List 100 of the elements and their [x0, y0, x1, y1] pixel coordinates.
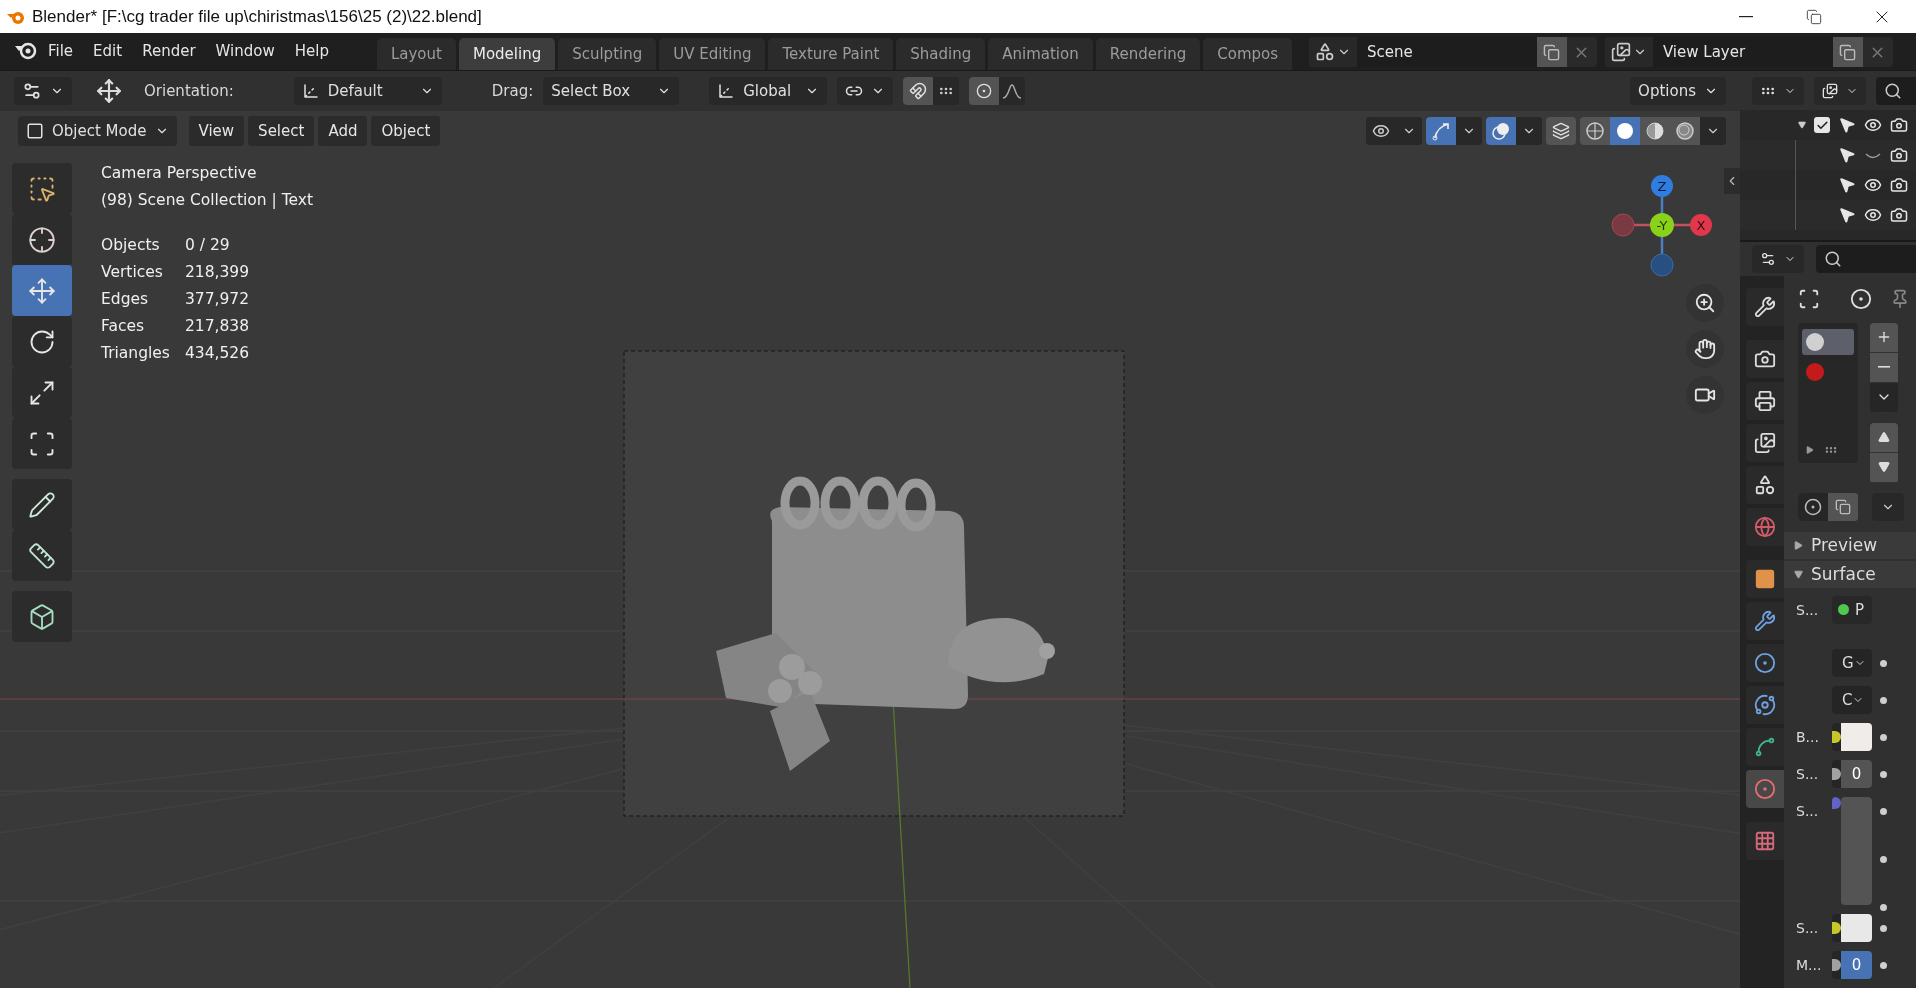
checkbox[interactable]	[1814, 117, 1830, 133]
move-down-button[interactable]	[1870, 452, 1898, 483]
view-menu-item[interactable]: Object	[371, 116, 441, 146]
workspace-tab[interactable]: Texture Paint	[768, 38, 894, 70]
orientation-dropdown[interactable]: Default	[293, 77, 442, 105]
pivot-dropdown[interactable]	[837, 77, 894, 105]
search-field[interactable]	[1876, 76, 1916, 105]
tool-button[interactable]	[12, 214, 72, 265]
eye-icon[interactable]	[1864, 176, 1882, 194]
duplicate-icon	[1835, 498, 1851, 515]
editor-type-dropdown[interactable]	[1752, 245, 1804, 273]
gizmo-toggle[interactable]	[1426, 117, 1456, 145]
menu-item[interactable]: Window	[205, 35, 285, 67]
vector-field[interactable]	[1832, 797, 1872, 905]
view-menu-item[interactable]: Select	[248, 116, 315, 146]
workspace-tab[interactable]: Layout	[376, 38, 456, 70]
tool-button[interactable]	[12, 316, 72, 367]
add-slot-button[interactable]	[1870, 322, 1898, 353]
properties-tab[interactable]	[1746, 644, 1784, 682]
globe-icon	[1754, 516, 1776, 538]
camera-icon	[1754, 348, 1776, 370]
workspace-tab[interactable]: UV Editing	[659, 38, 766, 70]
number-field[interactable]: 0	[1832, 760, 1872, 788]
slot-menu-button[interactable]	[1870, 382, 1898, 413]
properties-tab[interactable]	[1746, 382, 1784, 420]
menu-item[interactable]: File	[38, 35, 84, 67]
snap-toggle[interactable]	[903, 77, 934, 105]
pointer-icon	[1838, 116, 1856, 134]
workspace-tab[interactable]: Modeling	[458, 38, 556, 70]
workspace-tab[interactable]: Compos	[1203, 38, 1293, 70]
axis-handle[interactable]: X	[1690, 214, 1712, 236]
display-mode-dropdown[interactable]	[1752, 76, 1804, 105]
tool-button[interactable]	[12, 591, 72, 642]
overlay-toggle[interactable]	[1486, 117, 1516, 145]
workspace-tab[interactable]: Sculpting	[558, 38, 657, 70]
color-field[interactable]	[1832, 723, 1872, 751]
filter-dropdown[interactable]	[1814, 76, 1866, 105]
properties-tab[interactable]	[1746, 466, 1784, 504]
color-field[interactable]	[1832, 914, 1872, 942]
field-label: S...	[1796, 802, 1820, 821]
view-menu-item[interactable]: View	[188, 116, 245, 146]
dropdown-field[interactable]: G	[1832, 649, 1872, 677]
wrench-icon	[1754, 296, 1776, 318]
properties-tab[interactable]	[1746, 602, 1784, 640]
axis-handle[interactable]	[1611, 213, 1635, 237]
properties-tab[interactable]	[1746, 560, 1784, 598]
menu-item[interactable]: Help	[284, 35, 339, 67]
browse-material-button[interactable]	[1798, 492, 1828, 521]
shading-button[interactable]	[1640, 117, 1670, 145]
tool-button[interactable]	[12, 530, 72, 581]
workspace-tab[interactable]: Rendering	[1095, 38, 1201, 70]
transform-orientation-dropdown[interactable]: Global	[709, 77, 828, 105]
material-slot[interactable]	[1802, 328, 1854, 355]
solid-sphere-icon	[1615, 121, 1635, 141]
axis-handle[interactable]: -Y	[1650, 213, 1674, 237]
search-field[interactable]	[1816, 245, 1916, 273]
duplicate-button[interactable]	[1832, 37, 1863, 67]
workspace-tab[interactable]: Shading	[896, 38, 986, 70]
axis-handle[interactable]	[1650, 253, 1674, 277]
proportional-toggle[interactable]	[969, 77, 1000, 105]
shapes-icon	[1314, 42, 1335, 62]
properties-tab[interactable]	[1746, 288, 1784, 326]
axis-handle[interactable]: Z	[1651, 175, 1673, 197]
properties-tab[interactable]	[1746, 424, 1784, 462]
panel-header[interactable]: Preview	[1784, 531, 1916, 559]
view-layer-field[interactable]: View Layer	[1652, 37, 1833, 67]
scene-field[interactable]: Scene	[1356, 37, 1537, 67]
tool-button[interactable]	[12, 479, 72, 530]
dropdown-field[interactable]: C	[1832, 686, 1872, 714]
panel-header[interactable]: Surface	[1784, 560, 1916, 588]
shading-button[interactable]	[1580, 117, 1610, 145]
eye-icon[interactable]	[1864, 206, 1882, 224]
mode-dropdown[interactable]: Object Mode	[18, 116, 177, 146]
workspace-tab[interactable]: Animation	[988, 38, 1093, 70]
tool-settings-dropdown[interactable]	[14, 77, 72, 105]
shading-button[interactable]	[1670, 117, 1700, 145]
shading-button[interactable]	[1610, 117, 1640, 145]
shader-field[interactable]: P	[1832, 596, 1872, 624]
duplicate-icon	[1543, 43, 1561, 61]
properties-tab[interactable]	[1746, 340, 1784, 378]
remove-slot-button[interactable]	[1870, 352, 1898, 383]
collapse-button[interactable]	[1724, 168, 1740, 194]
tool-button[interactable]	[12, 163, 72, 214]
options-dropdown[interactable]: Options	[1630, 77, 1726, 105]
duplicate-button[interactable]	[1536, 37, 1567, 67]
number-field[interactable]: 0	[1832, 951, 1872, 979]
down-triangle-icon	[1878, 461, 1890, 474]
xray-toggle[interactable]	[1546, 117, 1576, 145]
view-menu-item[interactable]: Add	[318, 116, 368, 146]
axes-icon	[301, 82, 320, 100]
properties-tab[interactable]	[1746, 686, 1784, 724]
menu-item[interactable]: Edit	[83, 35, 133, 67]
move-up-button[interactable]	[1870, 422, 1898, 453]
properties-tab[interactable]	[1746, 728, 1784, 766]
drag-dropdown[interactable]: Select Box	[543, 77, 680, 105]
curve-icon	[1754, 736, 1776, 758]
menu-item[interactable]: Render	[132, 35, 206, 67]
keyframe-dot	[1880, 808, 1887, 815]
eye-icon[interactable]	[1864, 116, 1882, 134]
orientation-label: Orientation:	[144, 82, 234, 100]
